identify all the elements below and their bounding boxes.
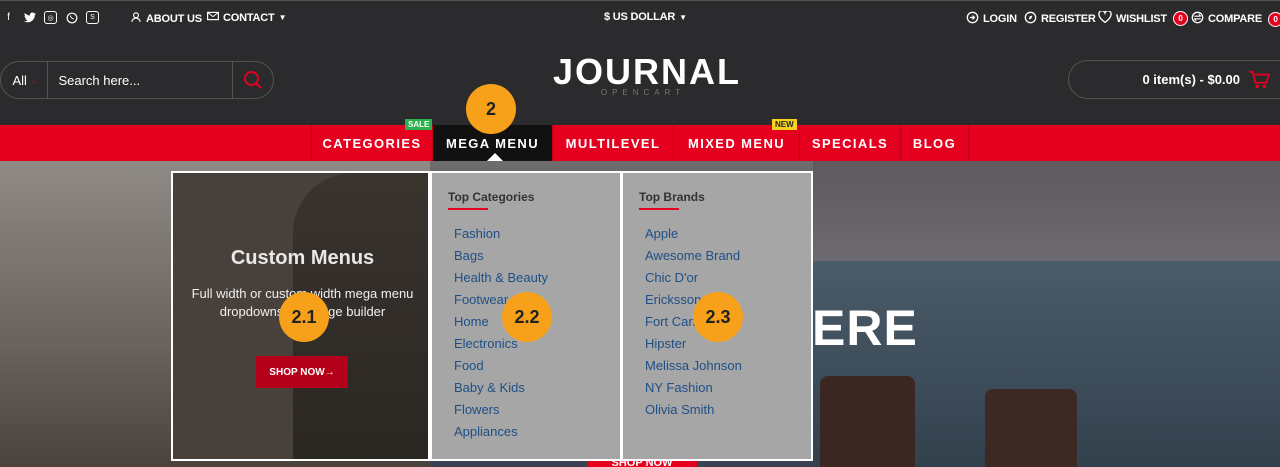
wishlist-label: WISHLIST [1116, 12, 1167, 25]
hero-chair-image [985, 389, 1077, 467]
hero-sky-image [813, 161, 1280, 261]
social-links: f ◎ S [2, 11, 99, 24]
dropdown-caret [487, 153, 503, 161]
hero-chair-image [820, 376, 915, 467]
brand-link-ny-fashion[interactable]: NY Fashion [645, 379, 742, 401]
currency-selector[interactable]: $ US DOLLAR ▼ [604, 11, 687, 23]
login-icon [966, 11, 979, 27]
category-link-appliances[interactable]: Appliances [454, 423, 548, 445]
nav-label: CATEGORIES [322, 135, 422, 151]
wishlist-count-badge: 0 [1172, 11, 1188, 26]
brand-link-melissa-johnson[interactable]: Melissa Johnson [645, 357, 742, 379]
nav-item-categories[interactable]: CATEGORIES [311, 125, 433, 161]
search-bar: All ↓ [0, 61, 274, 99]
brand-link-awesome-brand[interactable]: Awesome Brand [645, 247, 742, 269]
top-categories-heading: Top Categories [448, 190, 535, 204]
wishlist-link[interactable]: WISHLIST 0 [1098, 10, 1188, 26]
nav-label: SPECIALS [811, 135, 889, 151]
contact-label: CONTACT [223, 11, 275, 24]
category-link-health-beauty[interactable]: Health & Beauty [454, 269, 548, 291]
annotation-marker: 2 [466, 84, 516, 134]
chevron-down-icon: ▼ [679, 12, 687, 22]
currency-label: $ US DOLLAR [604, 11, 676, 23]
logo-main-text: JOURNAL [553, 51, 742, 92]
sale-badge: SALE [405, 119, 433, 130]
new-badge: NEW [772, 119, 797, 130]
skype-icon[interactable]: S [86, 11, 99, 24]
nav-item-multilevel[interactable]: MULTILEVEL [553, 125, 674, 161]
annotation-marker: 2.1 [279, 292, 329, 342]
envelope-icon [207, 11, 219, 24]
user-icon [130, 11, 142, 26]
top-brands-heading: Top Brands [639, 190, 705, 204]
nav-label: BLOG [912, 135, 957, 151]
compare-link[interactable]: COMPARE 0 [1191, 11, 1280, 27]
search-category-label: All [12, 72, 27, 88]
nav-item-blog[interactable]: BLOG [901, 125, 969, 161]
cart-icon [1248, 70, 1271, 93]
brand-link-chic-dor[interactable]: Chic D'or [645, 269, 742, 291]
facebook-icon[interactable]: f [2, 11, 15, 24]
search-input[interactable] [48, 72, 233, 88]
login-link[interactable]: LOGIN [966, 11, 1017, 27]
nav-label: MEGA MENU [445, 135, 539, 151]
arrow-right-icon: → [324, 366, 335, 378]
cart-summary: 0 item(s) - $0.00 [1142, 72, 1240, 87]
register-label: REGISTER [1041, 13, 1096, 25]
search-icon [244, 71, 262, 89]
site-header: All ↓ JOURNAL OPENCART 0 item(s) - $0.00 [0, 34, 1280, 125]
heading-underline [448, 208, 488, 210]
compare-label: COMPARE [1208, 13, 1263, 25]
twitter-icon[interactable] [23, 11, 36, 24]
compare-count-badge: 0 [1268, 11, 1280, 27]
cart-button[interactable]: 0 item(s) - $0.00 [1068, 60, 1280, 99]
login-label: LOGIN [983, 13, 1017, 25]
register-link[interactable]: REGISTER [1024, 11, 1096, 27]
brand-link-apple[interactable]: Apple [645, 225, 742, 247]
search-category-select[interactable]: All ↓ [1, 62, 49, 98]
compare-icon [1191, 11, 1204, 27]
about-us-label: ABOUT US [146, 12, 202, 25]
heart-icon [1098, 10, 1112, 26]
hero-headline: ERE [812, 300, 918, 356]
nav-label: MIXED MENU [687, 135, 786, 151]
arrow-down-icon: ↓ [30, 74, 36, 86]
annotation-marker: 2.3 [693, 292, 743, 342]
chevron-down-icon: ▼ [278, 13, 287, 22]
category-link-fashion[interactable]: Fashion [454, 225, 548, 247]
annotation-marker: 2.2 [502, 292, 552, 342]
search-button[interactable] [232, 62, 273, 98]
compass-icon [1024, 11, 1037, 27]
banner-button-label: SHOP NOW [269, 366, 325, 378]
category-link-food[interactable]: Food [454, 357, 548, 379]
banner-title: Custom Menus [230, 247, 375, 269]
top-bar: f ◎ S ABOUT US CONTACT ▼ $ US DOLLAR ▼ L… [0, 0, 1280, 34]
category-link-bags[interactable]: Bags [454, 247, 548, 269]
brand-link-olivia-smith[interactable]: Olivia Smith [645, 401, 742, 423]
site-logo[interactable]: JOURNAL OPENCART [553, 51, 742, 98]
nav-item-mixed-menu[interactable]: MIXED MENU [674, 125, 800, 161]
heading-underline [639, 208, 679, 210]
about-us-link[interactable]: ABOUT US [130, 11, 202, 26]
contact-menu[interactable]: CONTACT ▼ [207, 11, 286, 24]
whatsapp-icon[interactable] [65, 11, 78, 24]
main-nav: CATEGORIES MEGA MENU MULTILEVEL MIXED ME… [0, 125, 1280, 161]
banner-shop-now-button[interactable]: SHOP NOW → [256, 356, 348, 388]
instagram-icon[interactable]: ◎ [44, 11, 57, 24]
category-link-baby-kids[interactable]: Baby & Kids [454, 379, 548, 401]
nav-item-specials[interactable]: SPECIALS [800, 125, 901, 161]
category-link-flowers[interactable]: Flowers [454, 401, 548, 423]
nav-label: MULTILEVEL [565, 135, 661, 151]
